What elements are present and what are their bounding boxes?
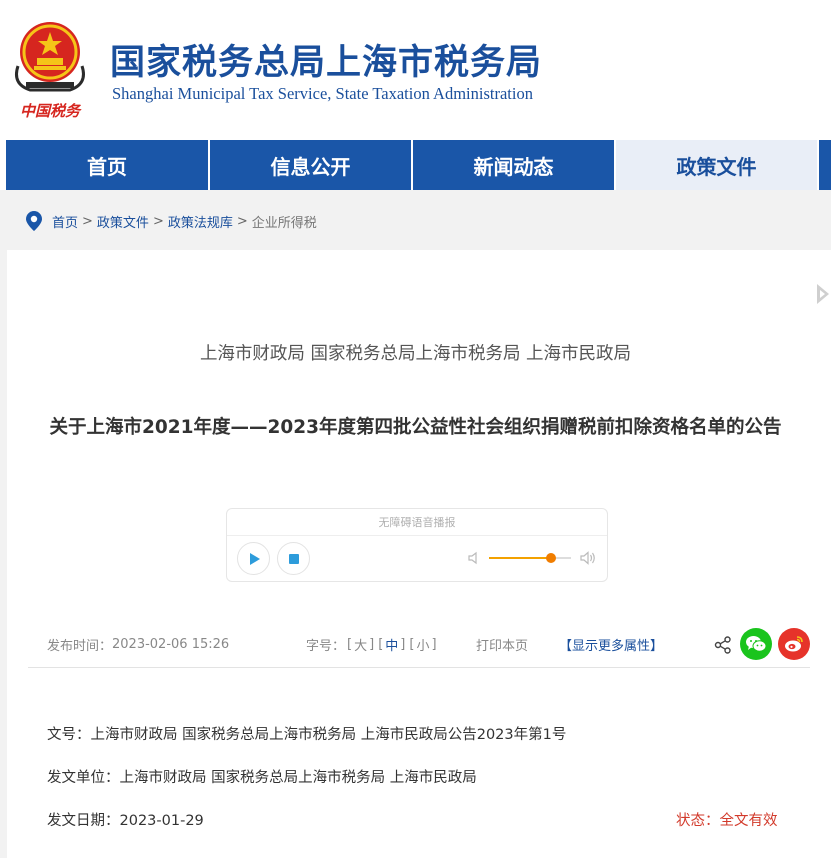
breadcrumb-home-link[interactable]: 首页 [52, 212, 78, 231]
meta-divider [28, 667, 810, 668]
show-more-attributes-link[interactable]: 【显示更多属性】 [559, 634, 663, 654]
validity-status-value: 全文有效 [719, 813, 778, 829]
article-title: 关于上海市2021年度——2023年度第四批公益性社会组织捐赠税前扣除资格名单的… [49, 417, 782, 438]
breadcrumb-separator: > [236, 213, 248, 229]
font-size-medium[interactable]: 中 [385, 635, 398, 654]
audio-player: 无障碍语音播报 [226, 508, 608, 582]
play-icon [249, 552, 260, 565]
breadcrumb-policy-link[interactable]: 政策文件 [97, 212, 149, 231]
issue-date-value: 2023-01-29 [119, 813, 204, 829]
location-pin-icon [26, 211, 42, 231]
validity-status: 状态：全文有效 [676, 809, 778, 830]
share-icon[interactable] [714, 636, 732, 654]
document-number: 文号：上海市财政局 国家税务总局上海市税务局 上海市民政局公告2023年第1号 [47, 723, 566, 744]
wechat-share-button[interactable] [740, 628, 772, 660]
issuing-unit: 发文单位：上海市财政局 国家税务总局上海市税务局 上海市民政局 [47, 766, 477, 787]
document-number-value: 上海市财政局 国家税务总局上海市税务局 上海市民政局公告2023年第1号 [90, 727, 567, 743]
audio-player-label: 无障碍语音播报 [378, 516, 456, 529]
validity-status-label: 状态： [676, 813, 720, 829]
issue-date: 发文日期：2023-01-29 [47, 809, 204, 830]
tax-emblem-logo[interactable]: 中国税务 [10, 14, 90, 124]
font-size-large[interactable]: 大 [354, 635, 367, 654]
document-number-label: 文号： [47, 727, 91, 743]
nav-item-info-disclosure[interactable]: 信息公开 [210, 140, 413, 190]
breadcrumb: 首页 > 政策文件 > 政策法规库 > 企业所得税 [26, 210, 317, 232]
play-button[interactable] [237, 542, 270, 575]
issuing-unit-value: 上海市财政局 国家税务总局上海市税务局 上海市民政局 [119, 770, 477, 786]
stop-button[interactable] [277, 542, 310, 575]
volume-down-icon[interactable] [467, 551, 481, 565]
breadcrumb-current: 企业所得税 [251, 215, 317, 231]
site-title: 国家税务总局上海市税务局 [110, 43, 543, 83]
publish-time-value: 2023-02-06 15:26 [112, 636, 230, 652]
nav-item-policy-documents[interactable]: 政策文件 [616, 140, 819, 190]
nav-end-cap [819, 140, 831, 190]
publish-time-label: 发布时间： [47, 638, 113, 654]
volume-slider-fill [489, 557, 551, 559]
weibo-icon [785, 636, 803, 652]
font-size-label: 字号： [306, 638, 346, 654]
nav-item-news[interactable]: 新闻动态 [413, 140, 616, 190]
main-nav: 首页 信息公开 新闻动态 政策文件 [0, 140, 831, 190]
breadcrumb-regulations-link[interactable]: 政策法规库 [168, 212, 233, 231]
font-size-controls: 字号： [大] [中] [小] [306, 635, 437, 654]
nav-item-home[interactable]: 首页 [0, 140, 210, 190]
breadcrumb-separator: > [152, 213, 164, 229]
chevron-right-icon[interactable] [815, 282, 831, 306]
volume-slider-handle[interactable] [545, 553, 556, 563]
stop-icon [288, 553, 299, 564]
article-issuer: 上海市财政局 国家税务总局上海市税务局 上海市民政局 [199, 344, 632, 364]
volume-up-icon[interactable] [579, 550, 597, 566]
weibo-share-button[interactable] [778, 628, 810, 660]
site-header: 中国税务 国家税务总局上海市税务局 Shanghai Municipal Tax… [0, 0, 831, 140]
volume-slider[interactable] [489, 553, 571, 563]
print-page-link[interactable]: 打印本页 [476, 634, 528, 654]
font-size-small[interactable]: 小 [416, 635, 429, 654]
publish-time: 发布时间： 2023-02-06 15:26 [47, 634, 229, 654]
site-subtitle: Shanghai Municipal Tax Service, State Ta… [112, 84, 533, 103]
breadcrumb-separator: > [82, 213, 93, 229]
issuing-unit-label: 发文单位： [47, 770, 120, 786]
wechat-icon [746, 636, 767, 652]
player-divider [227, 535, 607, 536]
logo-text: 中国税务 [20, 102, 82, 120]
issue-date-label: 发文日期： [47, 813, 120, 829]
